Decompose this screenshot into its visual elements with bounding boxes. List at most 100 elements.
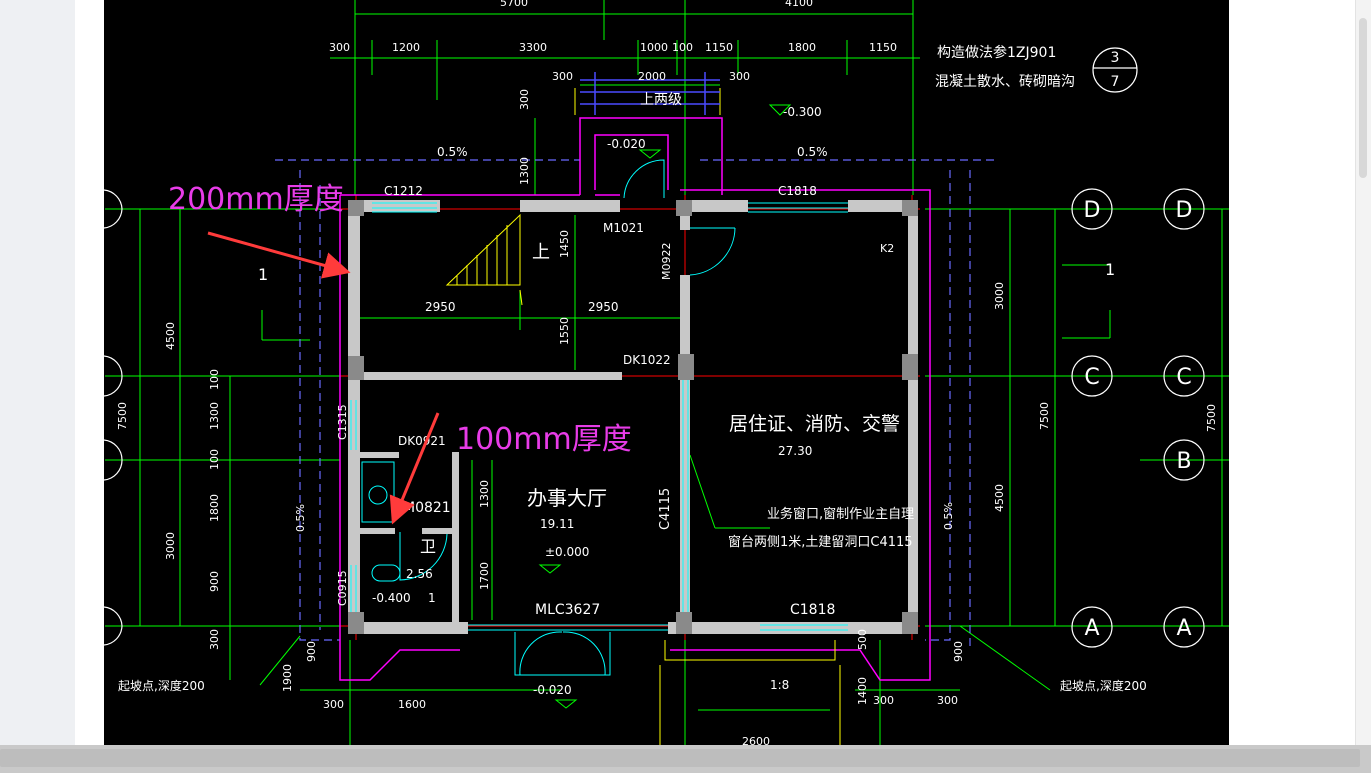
room-office-area: 27.30 [778, 444, 812, 458]
horizontal-scrollbar[interactable] [0, 745, 1371, 773]
dim-2950a: 2950 [425, 300, 456, 314]
dim-2950b: 2950 [588, 300, 619, 314]
dim-3000R: 3000 [993, 282, 1006, 310]
opening-m0821: M0821 [403, 500, 451, 516]
dim-1300: 1300 [208, 402, 221, 430]
slope-left: 0.5% [437, 145, 468, 159]
dim-900L: 900 [208, 571, 221, 592]
annotation-200mm: 200mm厚度 [168, 182, 344, 217]
tag-gong: 1 [428, 591, 436, 605]
dim-1300top: 1300 [518, 157, 531, 185]
opening-k2: K2 [880, 242, 894, 255]
dim-300c: 300 [873, 694, 894, 707]
opening-m0922: M0922 [660, 243, 673, 281]
dim-top-1: 1200 [392, 41, 420, 54]
dim-7500R: 7500 [1038, 402, 1051, 430]
grid-a-1: A [1084, 616, 1099, 641]
dim-top2-1: 2000 [638, 70, 666, 83]
scatter-left: 起坡点,深度200 [118, 678, 205, 693]
stair-up: 上 [532, 242, 550, 263]
dim-top2-0: 300 [552, 70, 573, 83]
dim-top-6: 1800 [788, 41, 816, 54]
dim-100b: 100 [208, 449, 221, 470]
dim-1550: 1550 [558, 317, 571, 345]
dim-1900: 1900 [281, 664, 294, 692]
left-margin [0, 0, 75, 745]
dim-top-4: 100 [672, 41, 693, 54]
slope-v-left: 0.5% [294, 504, 307, 532]
grid-bubbles [104, 47, 1205, 648]
elev-top: -0.300 [783, 105, 822, 119]
dim-top2-2: 300 [729, 70, 750, 83]
grid-d-2: D [1176, 198, 1193, 223]
dim-1700: 1700 [478, 562, 491, 590]
section-tag-right: 1 [1105, 260, 1115, 279]
dim-300d: 300 [937, 694, 958, 707]
slope-right: 0.5% [797, 145, 828, 159]
opening-c0915: C0915 [336, 570, 349, 606]
opening-c1212: C1212 [384, 184, 423, 198]
dim-500: 500 [856, 629, 869, 650]
dim-top-2: 3300 [519, 41, 547, 54]
section-tag-left: 1 [258, 265, 268, 284]
grid-b: B [1176, 449, 1191, 474]
dim-top-3: 1000 [640, 41, 668, 54]
dim-900a: 900 [305, 641, 318, 662]
construction-ref: 构造做法参1ZJ901 [937, 44, 1056, 61]
dim-300L: 300 [208, 629, 221, 650]
dim-4500L: 4500 [164, 322, 177, 350]
elev-porch: -0.020 [607, 137, 646, 151]
dim-top-7: 1150 [869, 41, 897, 54]
dim-3000L: 3000 [164, 532, 177, 560]
elev-front: -0.020 [533, 683, 572, 697]
opening-c1818-bot: C1818 [790, 602, 835, 618]
dim-1300b: 1300 [478, 480, 491, 508]
dim-1600: 1600 [398, 698, 426, 711]
detail-callout: 3 7 [1111, 50, 1120, 90]
room-toilet-area: 2.56 [406, 567, 433, 581]
window-note-2: 窗台两侧1米,土建留洞口C4115 [728, 534, 913, 550]
vertical-scroll-thumb[interactable] [1359, 18, 1367, 178]
floor-plan-svg: D D C C B A A 3 7 构造做法参1ZJ901 混凝土散水、砖砌暗沟… [104, 0, 1229, 745]
grid-c-2: C [1176, 365, 1191, 390]
dim-4500R: 4500 [993, 484, 1006, 512]
opening-c1315: C1315 [336, 404, 349, 440]
horizontal-scroll-thumb[interactable] [0, 749, 1360, 767]
dim-top-0: 300 [329, 41, 350, 54]
dim-100a: 100 [208, 369, 221, 390]
room-hall-area: 19.11 [540, 517, 574, 531]
dim-7500RR: 7500 [1205, 404, 1218, 432]
dim-1450: 1450 [558, 230, 571, 258]
labels: 构造做法参1ZJ901 混凝土散水、砖砌暗沟 上两级 -0.300 -0.020… [118, 44, 1147, 697]
grid-c-1: C [1084, 365, 1099, 390]
opening-mlc3627: MLC3627 [535, 602, 600, 618]
tag-wei: 卫 [420, 537, 436, 556]
dim-2600: 2600 [742, 735, 770, 745]
cad-drawing: D D C C B A A 3 7 构造做法参1ZJ901 混凝土散水、砖砌暗沟… [104, 0, 1229, 745]
room-hall: 办事大厅 [527, 486, 607, 510]
dim-1400: 1400 [856, 677, 869, 705]
room-office: 居住证、消防、交警 [729, 413, 900, 435]
detail-sheet: 7 [1111, 74, 1120, 90]
dim-1800: 1800 [208, 494, 221, 522]
grid-a-2: A [1176, 616, 1191, 641]
construction-sub: 混凝土散水、砖砌暗沟 [935, 74, 1075, 90]
opening-c1818-top: C1818 [778, 184, 817, 198]
opening-dk0921: DK0921 [398, 434, 446, 448]
opening-dk1022: DK1022 [623, 353, 671, 367]
room-toilet-elev: -0.400 [372, 591, 411, 605]
right-margin [1229, 0, 1355, 745]
dimension-lines [105, 0, 1229, 745]
dim-7500L: 7500 [116, 402, 129, 430]
window-note-1: 业务窗口,窗制作业主自理 [767, 506, 914, 522]
dim-5700: 5700 [500, 0, 528, 9]
grid-d-1: D [1084, 198, 1101, 223]
room-hall-elev: ±0.000 [545, 545, 589, 559]
slope-v-right: 0.5% [942, 502, 955, 530]
grid-letters: D D C C B A A [1084, 198, 1193, 641]
dim-900b: 900 [952, 641, 965, 662]
dim-top-5: 1150 [705, 41, 733, 54]
opening-m1021: M1021 [603, 221, 644, 235]
vertical-scrollbar[interactable] [1355, 0, 1371, 745]
dim-300b: 300 [323, 698, 344, 711]
